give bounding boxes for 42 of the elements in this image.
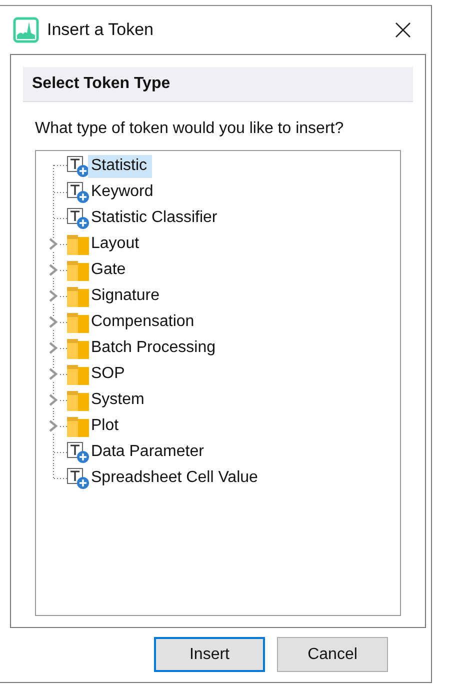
expand-icon[interactable] (48, 420, 58, 432)
close-icon[interactable] (395, 22, 411, 38)
folder-icon (66, 336, 90, 360)
tree-item[interactable]: Keyword (88, 180, 158, 204)
tree-item[interactable]: System (88, 388, 150, 412)
tree-item[interactable]: Signature (88, 284, 164, 308)
expand-icon[interactable] (48, 368, 58, 380)
dialog-button[interactable]: Insert (154, 637, 265, 672)
tree-item[interactable]: Batch Processing (88, 336, 221, 360)
token-icon (66, 466, 90, 490)
folder-icon (66, 388, 90, 412)
token-icon (66, 154, 90, 178)
folder-icon (66, 232, 90, 256)
token-icon (66, 440, 90, 464)
expand-icon[interactable] (48, 290, 58, 302)
tree-item[interactable]: Gate (88, 258, 131, 282)
folder-icon (66, 284, 90, 308)
tree-item[interactable]: Data Parameter (88, 440, 209, 464)
tree-item[interactable]: Spreadsheet Cell Value (88, 466, 263, 490)
tree-item[interactable]: Statistic Classifier (88, 206, 222, 230)
section-heading: Select Token Type (23, 67, 413, 102)
folder-icon (66, 362, 90, 386)
folder-icon (66, 414, 90, 438)
tree-item[interactable]: Compensation (88, 310, 200, 334)
expand-icon[interactable] (48, 342, 58, 354)
token-icon (66, 180, 90, 204)
dialog-button[interactable]: Cancel (277, 637, 388, 672)
expand-icon[interactable] (48, 394, 58, 406)
expand-icon[interactable] (48, 238, 58, 250)
folder-icon (66, 258, 90, 282)
tree-item[interactable]: Plot (88, 414, 124, 438)
prompt-text: What type of token would you like to insert? (35, 120, 345, 138)
folder-icon (66, 310, 90, 334)
app-logo-icon (13, 17, 39, 43)
expand-icon[interactable] (48, 316, 58, 328)
tree-line (53, 205, 69, 231)
tree-item[interactable]: SOP (88, 362, 130, 386)
expand-icon[interactable] (48, 264, 58, 276)
tree-item[interactable]: Layout (88, 232, 144, 256)
window-title: Insert a Token (47, 20, 154, 40)
tree-item[interactable]: Statistic (88, 154, 152, 178)
token-icon (66, 206, 90, 230)
